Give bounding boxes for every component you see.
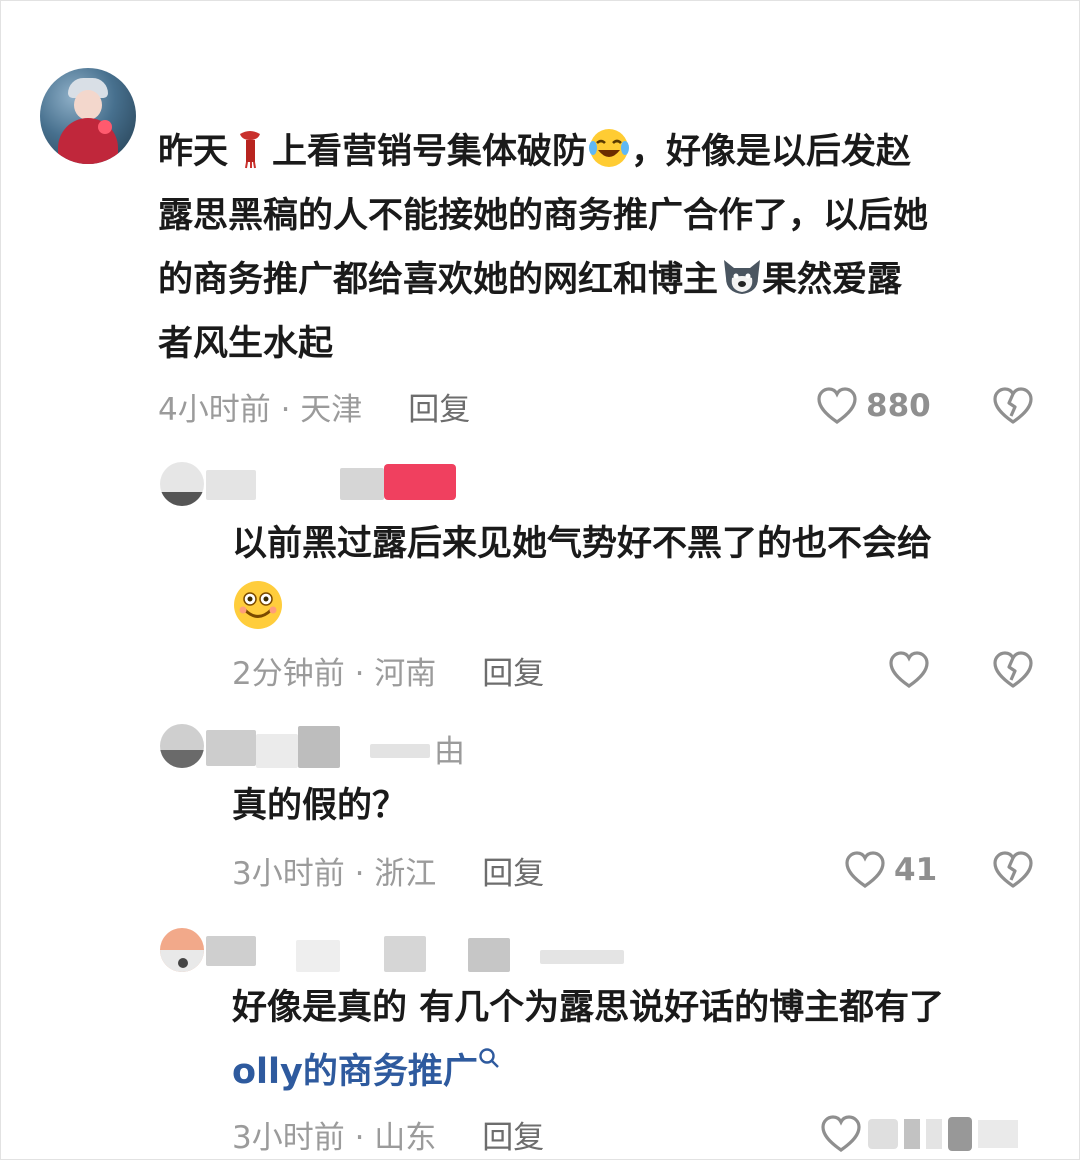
blurred-username [206,470,256,500]
comment-meta: 2分钟前 · 河南 回复 [232,648,544,693]
comment-line: 者风生水起 [158,324,334,364]
watermark-shape [978,1120,1018,1148]
comment-meta: 3小时前 · 浙江 回复 [232,848,544,893]
like-count: 41 [894,852,938,888]
avatar-flower [98,120,112,134]
comment-line: olly的商务推广 [232,1040,944,1104]
like-button[interactable] [888,650,938,690]
reply-button[interactable]: 回复 [482,848,544,893]
blurred-username [298,726,340,768]
reply-button[interactable]: 回复 [482,1112,544,1157]
avatar-shade [160,492,204,506]
comment-meta: 3小时前 · 山东 回复 [232,1112,544,1157]
avatar[interactable] [40,68,136,164]
broken-heart-icon[interactable] [992,650,1034,690]
like-count: 880 [866,388,931,424]
like-button[interactable]: 41 [844,850,937,890]
laughing-crying-emoji [587,126,631,170]
search-link[interactable]: olly的商务推广 [232,1052,478,1092]
watermark-shape [948,1117,972,1151]
reply-button[interactable]: 回复 [482,648,544,693]
heart-outline-icon [889,651,929,688]
username-fragment: 由 [434,734,465,770]
comment-meta: 4小时前 · 天津 回复 [158,384,470,429]
watermark [868,1116,1068,1152]
like-button[interactable] [820,1114,870,1154]
avatar[interactable] [160,724,204,768]
avatar-shade [160,750,204,768]
comment-line: 好像是真的 有几个为露思说好话的博主都有了 [232,988,945,1028]
comment-line: 的商务推广都给喜欢她的网红和博主 果然爱露 [158,248,1038,312]
heart-outline-icon [821,1115,861,1152]
comment-line: 真的假的？ [232,786,408,826]
blurred-username [256,734,298,768]
comment-line [232,576,932,640]
blurred-username [206,936,256,966]
smiling-emoji [232,579,284,631]
blurred-username [370,744,430,758]
comment-text: 昨天 上看营销号集体破防 ，好像是以后发赵 露思黑稿的人不能接她的商务推广合作了… [158,120,1038,376]
blurred-username [206,730,256,766]
user-badge [384,464,456,500]
comment-time-location: 3小时前 · 浙江 [232,855,437,892]
comment-time-location: 3小时前 · 山东 [232,1119,437,1156]
comment-line: 以前黑过露后来见她气势好不黑了的也不会给 [232,524,933,564]
broken-heart-icon[interactable] [992,850,1034,890]
watermark-shape [926,1119,942,1149]
avatar[interactable] [160,462,204,506]
comment-text: 好像是真的 有几个为露思说好话的博主都有了 olly的商务推广 [232,976,944,1104]
search-icon[interactable] [478,1047,500,1069]
watermark-shape [904,1119,920,1149]
comment-text: 以前黑过露后来见她气势好不黑了的也不会给 [232,512,932,640]
blurred-username [340,468,384,500]
heart-outline-icon [845,851,885,888]
avatar[interactable] [160,928,204,972]
comment-time-location: 2分钟前 · 河南 [232,655,437,692]
watermark-shape [868,1119,898,1149]
like-button[interactable]: 880 [816,386,931,426]
scarf-emoji [228,126,272,170]
comment-text: 真的假的？ [232,774,407,838]
broken-heart-icon[interactable] [992,386,1034,426]
comment-line: 露思黑稿的人不能接她的商务推广合作了，以后她 [158,196,929,236]
avatar-dot [178,958,188,968]
blurred-username [540,950,624,964]
blurred-username [296,940,340,972]
dog-face-emoji [718,254,762,298]
reply-button[interactable]: 回复 [408,384,470,429]
comment-time-location: 4小时前 · 天津 [158,391,363,428]
avatar-face [74,90,102,120]
blurred-username [468,938,510,972]
blurred-username [384,936,426,972]
comment-line: 昨天 上看营销号集体破防 ，好像是以后发赵 [158,120,1038,184]
heart-outline-icon [817,387,857,424]
